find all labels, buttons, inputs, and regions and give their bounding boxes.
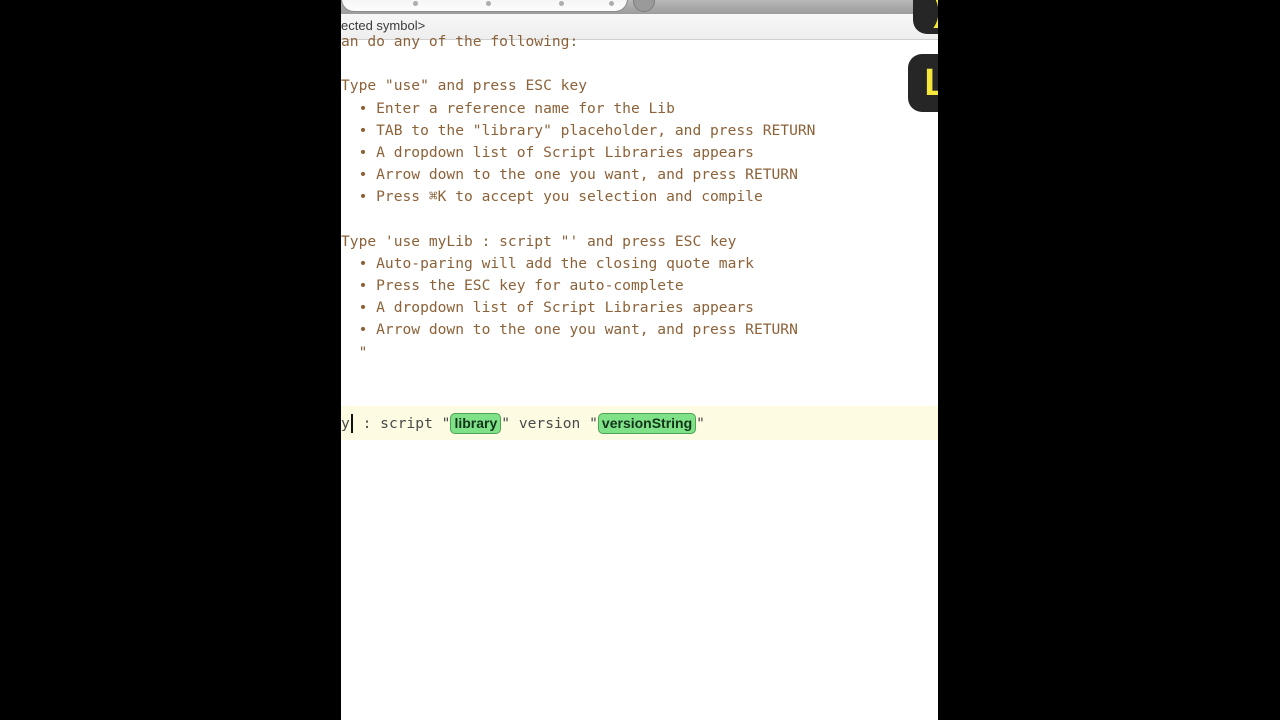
key-badge-paren-icon: ) (913, 0, 938, 34)
search-input[interactable] (341, 0, 628, 12)
code-line: • TAB to the "library" placeholder, and … (341, 121, 816, 139)
key-badge-letter-l-icon: L (908, 54, 938, 112)
script-source: an do any of the following: Type "use" an… (341, 31, 938, 364)
toolbar-round-button[interactable] (633, 0, 655, 12)
placeholder-token-version-string[interactable]: versionString (597, 412, 697, 434)
template-segment-2: " version " (501, 414, 598, 432)
placeholder-token-library[interactable]: library (450, 412, 502, 434)
code-line: • Arrow down to the one you want, and pr… (341, 166, 798, 184)
toolbar-dot-4 (609, 1, 614, 6)
code-line: Type "use" and press ESC key (341, 77, 588, 95)
code-line: • A dropdown list of Script Libraries ap… (341, 299, 754, 317)
template-segment-3: " (696, 414, 705, 432)
template-segment-1: : script " (353, 414, 451, 432)
code-line: • Arrow down to the one you want, and pr… (341, 321, 798, 339)
toolbar-dot-1 (413, 1, 418, 6)
key-badge-1-glyph: ) (933, 0, 938, 30)
text-caret (350, 413, 353, 433)
code-line: • Enter a reference name for the Lib (341, 99, 675, 117)
code-line: " (341, 343, 368, 361)
toolbar-dot-3 (559, 1, 564, 6)
key-badge-2-glyph: L (924, 61, 938, 104)
screen-stage: ected symbol> an do any of the following… (0, 0, 1280, 720)
code-line: Type 'use myLib : script "' and press ES… (341, 232, 737, 250)
template-prefix: y (341, 414, 350, 432)
template-text: y : script " library " version " versionStr… (341, 412, 705, 434)
code-line: an do any of the following: (341, 33, 579, 50)
editor-text-area[interactable]: an do any of the following: Type "use" an… (341, 33, 938, 720)
window-toolbar (341, 0, 938, 14)
autocomplete-template-bar[interactable]: y : script " library " version " versionStr… (341, 406, 938, 440)
toolbar-dot-2 (486, 1, 491, 6)
code-line: • A dropdown list of Script Libraries ap… (341, 143, 754, 161)
editor-window: ected symbol> an do any of the following… (341, 0, 938, 720)
code-line: • Press ⌘K to accept you selection and c… (341, 188, 763, 206)
code-line: • Press the ESC key for auto-complete (341, 277, 684, 295)
code-line: • Auto-paring will add the closing quote… (341, 254, 754, 272)
